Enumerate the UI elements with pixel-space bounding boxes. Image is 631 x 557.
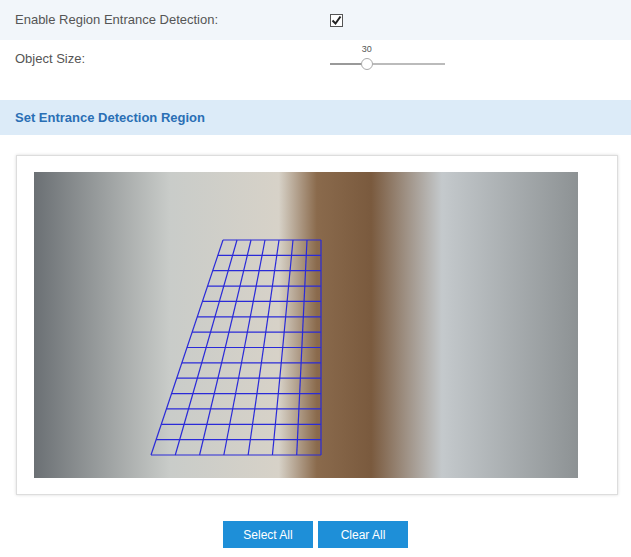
button-bar: Select AllClear All — [0, 521, 631, 548]
field-label: Object Size: — [15, 49, 330, 69]
detection-grid-icon[interactable] — [34, 172, 578, 478]
section-title: Set Entrance Detection Region — [15, 108, 205, 128]
checkbox[interactable] — [330, 14, 343, 27]
slider-thumb[interactable] — [361, 58, 373, 70]
slider-value: 30 — [362, 44, 372, 54]
slider[interactable]: 30 — [330, 44, 445, 74]
page: Enable Region Entrance Detection: Object … — [0, 0, 631, 557]
field-label: Enable Region Entrance Detection: — [15, 10, 330, 30]
action-button[interactable]: Select All — [223, 521, 313, 548]
checkbox-row: Enable Region Entrance Detection: — [0, 0, 631, 40]
section-header: Set Entrance Detection Region — [0, 100, 631, 135]
video-preview[interactable] — [34, 172, 578, 478]
video-frame — [16, 155, 618, 495]
slider-row: Object Size: 30 — [0, 40, 631, 78]
settings-form: Enable Region Entrance Detection: Object … — [0, 0, 631, 78]
action-button[interactable]: Clear All — [318, 521, 408, 548]
check-icon — [331, 15, 342, 26]
